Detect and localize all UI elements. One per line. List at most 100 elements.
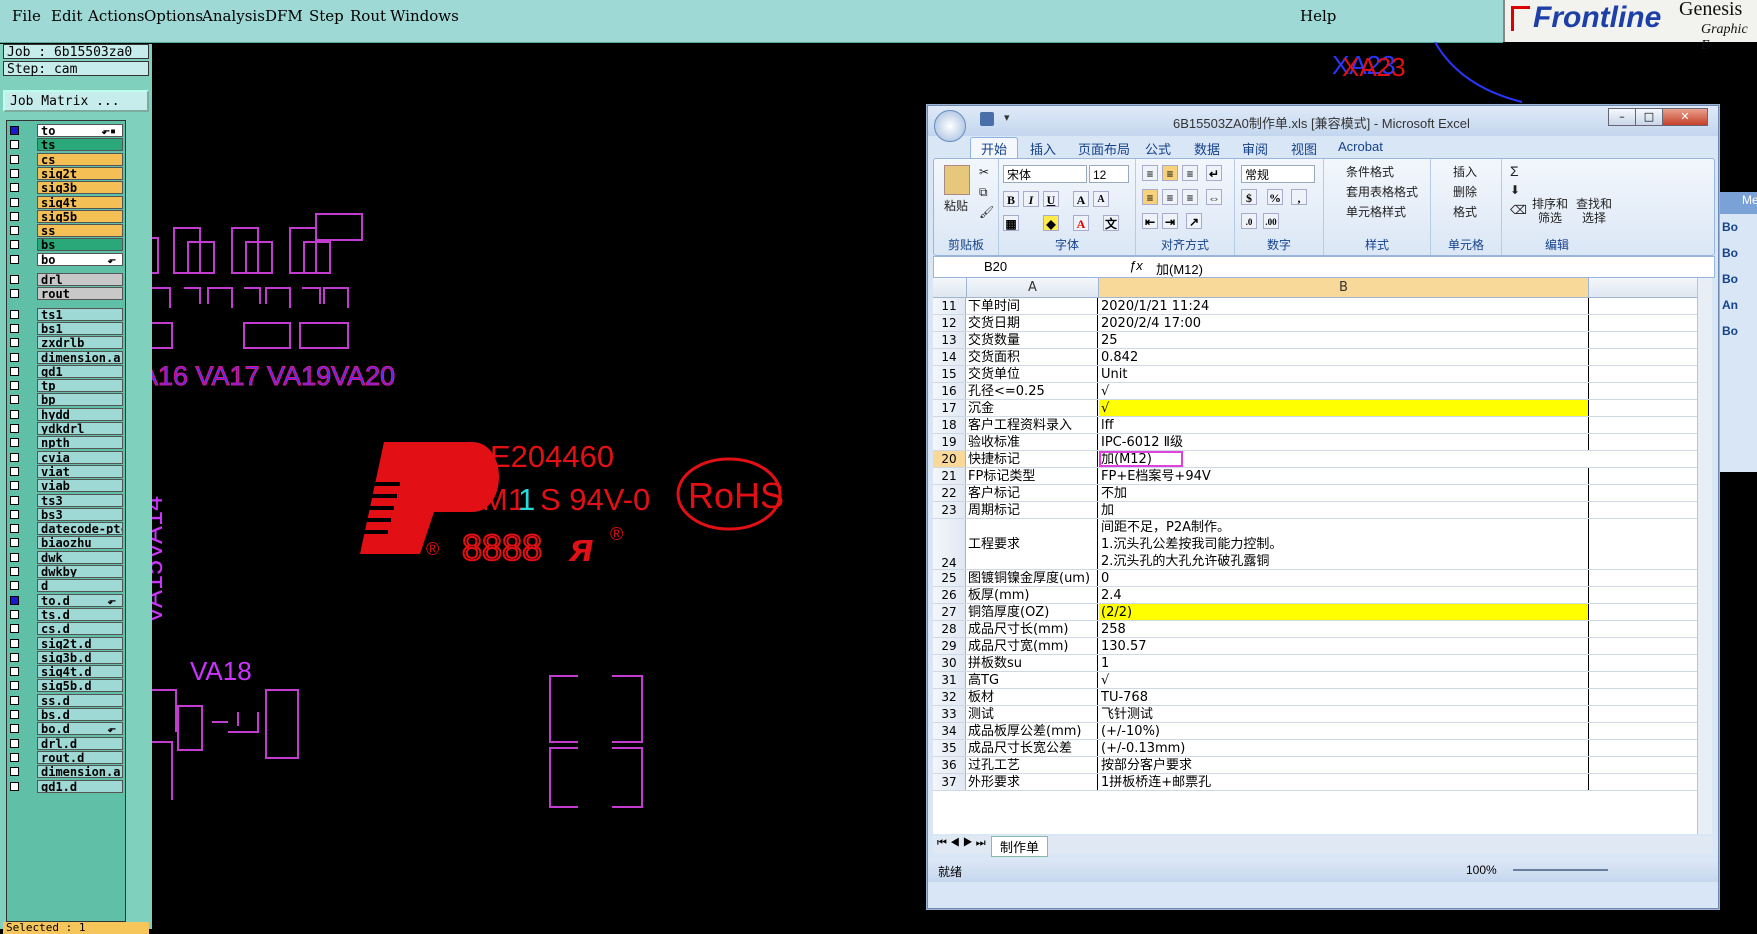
- cell-a[interactable]: 交货日期: [967, 315, 1098, 331]
- menu-rout[interactable]: Rout: [350, 7, 386, 25]
- fill-icon[interactable]: ⬇: [1510, 183, 1520, 197]
- layer-checkbox[interactable]: [10, 781, 19, 791]
- maximize-button[interactable]: □: [1635, 108, 1663, 126]
- layer-name[interactable]: sig5b: [37, 209, 123, 223]
- layer-row[interactable]: drl: [7, 272, 125, 287]
- layer-checkbox[interactable]: [10, 710, 19, 719]
- zoom-level[interactable]: 100%: [1466, 863, 1497, 877]
- cell-b[interactable]: FP+E档案号+94V: [1099, 468, 1589, 484]
- cell-b[interactable]: 25: [1099, 332, 1589, 348]
- layer-row[interactable]: ss: [7, 223, 125, 238]
- table-row[interactable]: 13 交货数量 25: [933, 332, 1699, 349]
- row-number[interactable]: 12: [933, 315, 966, 331]
- decrease-decimal-icon[interactable]: .00: [1263, 213, 1279, 229]
- table-row[interactable]: 32 板材 TU-768: [933, 689, 1699, 706]
- table-row[interactable]: 35 成品尺寸长宽公差 (+/-0.13mm): [933, 740, 1699, 757]
- layer-checkbox[interactable]: [10, 538, 19, 548]
- menu-step[interactable]: Step: [309, 7, 344, 25]
- align-top-icon[interactable]: ≡: [1142, 165, 1158, 181]
- layer-row[interactable]: dwkby: [7, 564, 125, 579]
- layer-checkbox[interactable]: [10, 338, 19, 348]
- clear-icon[interactable]: ⌫: [1510, 203, 1527, 217]
- row-number[interactable]: 28: [933, 621, 966, 637]
- align-right-icon[interactable]: ≡: [1182, 189, 1198, 205]
- table-row[interactable]: 15 交货单位 Unit: [933, 366, 1699, 383]
- cell-a[interactable]: 交货面积: [967, 349, 1098, 365]
- ribbon-tab[interactable]: 视图: [1291, 139, 1317, 158]
- ribbon-tab[interactable]: 公式: [1145, 139, 1171, 158]
- table-row[interactable]: 18 客户工程资料录入 lff: [933, 417, 1699, 434]
- increase-indent-icon[interactable]: ⇥: [1162, 213, 1178, 229]
- table-row[interactable]: 36 过孔工艺 按部分客户要求: [933, 757, 1699, 774]
- row-number[interactable]: 26: [933, 587, 966, 603]
- layer-checkbox[interactable]: [10, 638, 19, 648]
- sort-filter-button[interactable]: 排序和 筛选: [1532, 197, 1568, 225]
- align-middle-icon[interactable]: ≡: [1162, 165, 1178, 181]
- cell-a[interactable]: 过孔工艺: [967, 757, 1098, 773]
- cell-b[interactable]: (+/-0.13mm): [1099, 740, 1589, 756]
- layer-row[interactable]: sig3b: [7, 180, 125, 195]
- row-number[interactable]: 20: [933, 451, 966, 467]
- table-row[interactable]: 11 下单时间 2020/1/21 11:24: [933, 298, 1699, 315]
- layer-checkbox[interactable]: [10, 581, 19, 591]
- layer-checkbox[interactable]: [10, 609, 19, 619]
- cell-a[interactable]: 下单时间: [967, 298, 1098, 314]
- side-window-item[interactable]: An: [1722, 298, 1738, 312]
- cell-a[interactable]: 验收标准: [967, 434, 1098, 450]
- layer-checkbox[interactable]: [10, 409, 19, 419]
- table-row[interactable]: 29 成品尺寸宽(mm) 130.57: [933, 638, 1699, 655]
- wrap-text-icon[interactable]: ↵: [1206, 165, 1222, 181]
- layer-checkbox[interactable]: [10, 275, 19, 284]
- layer-name[interactable]: rout: [37, 287, 123, 301]
- row-number[interactable]: 32: [933, 689, 966, 705]
- layer-row[interactable]: tp: [7, 378, 125, 393]
- cell-b[interactable]: 2020/2/4 17:00: [1099, 315, 1589, 331]
- menu-analysis[interactable]: Analysis: [202, 7, 265, 25]
- layer-checkbox[interactable]: [10, 552, 19, 562]
- layer-name[interactable]: bs.d: [37, 708, 123, 721]
- layer-checkbox[interactable]: [10, 652, 19, 662]
- cell-a[interactable]: 拼板数su: [967, 655, 1098, 671]
- row-number[interactable]: 18: [933, 417, 966, 433]
- layer-name[interactable]: dwk: [37, 550, 123, 564]
- cell-b[interactable]: √: [1099, 672, 1589, 688]
- row-number[interactable]: 13: [933, 332, 966, 348]
- ribbon-tab[interactable]: Acrobat: [1338, 139, 1383, 154]
- cell-a[interactable]: 客户标记: [967, 485, 1098, 501]
- align-center-icon[interactable]: ≡: [1162, 189, 1178, 205]
- layer-name[interactable]: dwkby: [37, 565, 123, 578]
- layer-row[interactable]: to.d ⬐: [7, 593, 125, 608]
- grow-font-icon[interactable]: A: [1073, 191, 1089, 207]
- conditional-format-button[interactable]: 条件格式: [1346, 163, 1394, 180]
- layer-row[interactable]: bp: [7, 392, 125, 407]
- layer-row[interactable]: bo ⬐: [7, 252, 125, 267]
- row-number[interactable]: 24: [933, 519, 966, 570]
- percent-icon[interactable]: %: [1267, 189, 1283, 205]
- layer-name[interactable]: npth: [37, 436, 123, 450]
- cell-a[interactable]: 孔径<=0.25: [967, 383, 1098, 399]
- layer-row[interactable]: drl.d: [7, 736, 125, 751]
- layer-row[interactable]: sig5b.d: [7, 678, 125, 693]
- table-row[interactable]: 12 交货日期 2020/2/4 17:00: [933, 315, 1699, 332]
- layer-checkbox[interactable]: [10, 154, 19, 164]
- layer-row[interactable]: bs3: [7, 507, 125, 522]
- layer-row[interactable]: hydd: [7, 407, 125, 422]
- layer-checkbox[interactable]: [10, 438, 19, 448]
- font-size-select[interactable]: 12: [1089, 165, 1129, 183]
- layer-name[interactable]: biaozhu: [37, 536, 123, 550]
- layer-checkbox[interactable]: [10, 524, 19, 534]
- find-select-button[interactable]: 查找和 选择: [1576, 197, 1612, 225]
- layer-name[interactable]: dimension.ar: [37, 350, 123, 364]
- cell-a[interactable]: 工程要求: [967, 519, 1098, 569]
- cell-b[interactable]: TU-768: [1099, 689, 1589, 705]
- cell-b[interactable]: 间距不足，P2A制作。 1.沉头孔公差按我司能力控制。 2.沉头孔的大孔允许破孔…: [1099, 519, 1589, 569]
- minimize-button[interactable]: –: [1608, 108, 1636, 126]
- layer-row[interactable]: sig2t.d: [7, 636, 125, 651]
- layer-checkbox[interactable]: [10, 695, 19, 705]
- align-bottom-icon[interactable]: ≡: [1182, 165, 1198, 181]
- align-left-icon[interactable]: ≡: [1142, 189, 1158, 205]
- row-number[interactable]: 27: [933, 604, 966, 620]
- layer-row[interactable]: viab: [7, 478, 125, 493]
- layer-checkbox[interactable]: [10, 424, 19, 433]
- layer-name[interactable]: sig5b.d: [37, 679, 123, 693]
